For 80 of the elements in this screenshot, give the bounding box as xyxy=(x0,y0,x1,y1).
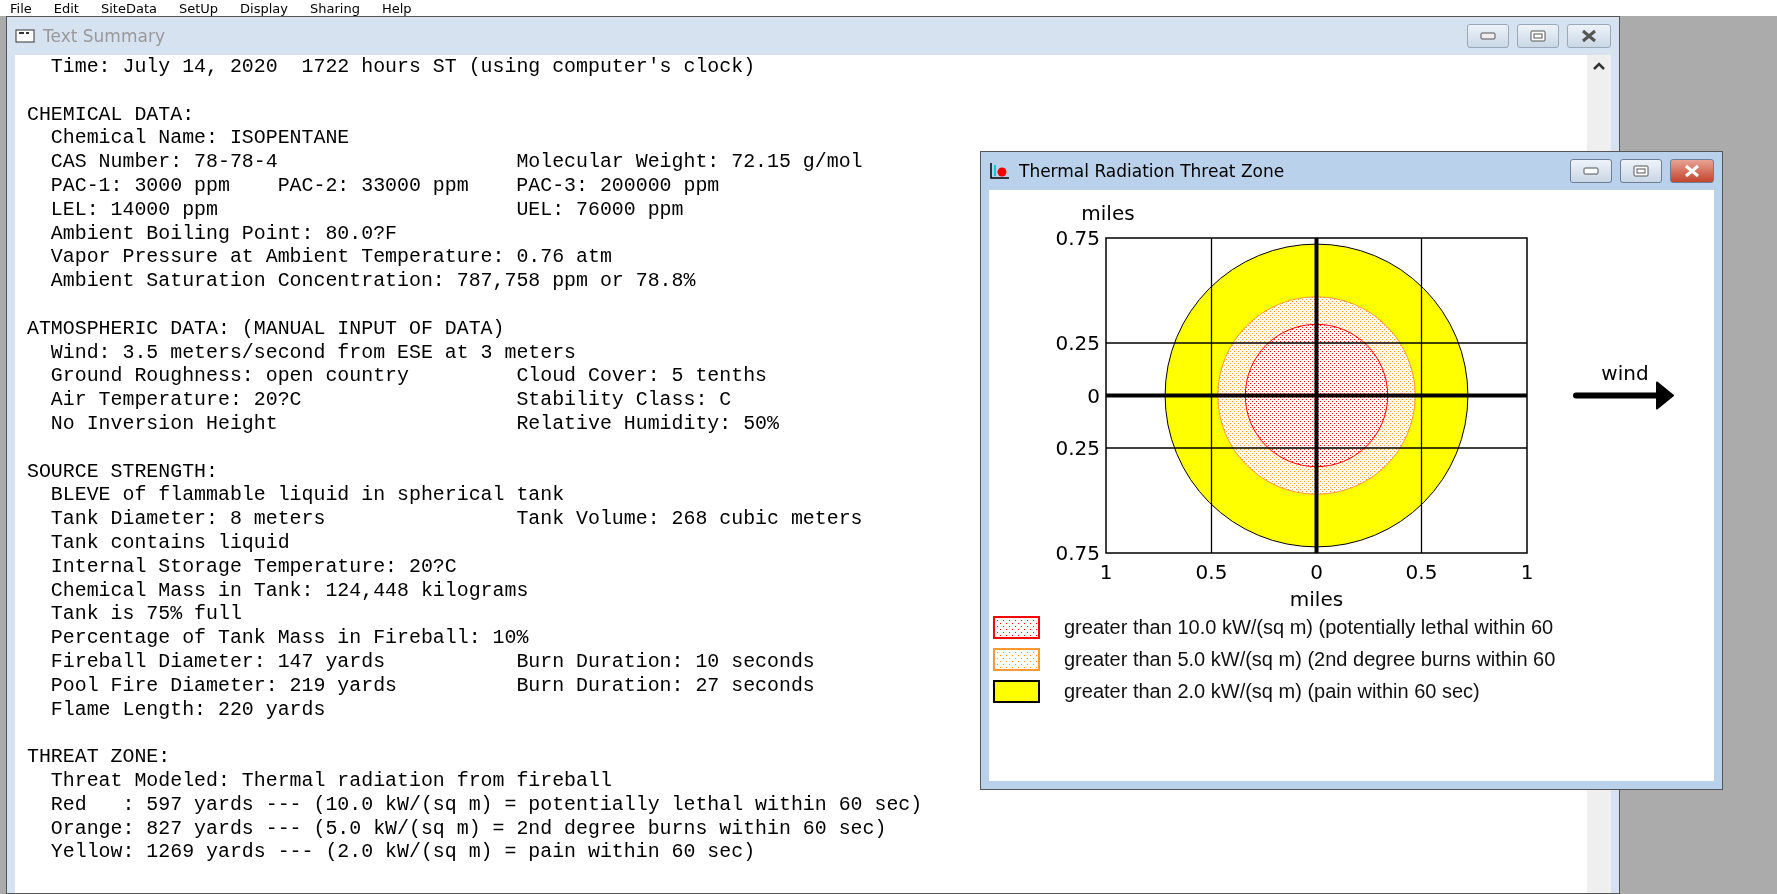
menu-item[interactable]: Sharing xyxy=(304,1,376,16)
summary-text: Yellow: 1269 yards --- (2.0 kW/(sq m) = pain within 60 sec) xyxy=(50,840,756,864)
summary-text: Pool Fire Diameter: 219 yards xyxy=(50,673,397,697)
minimize-icon xyxy=(1480,32,1496,40)
close-button[interactable] xyxy=(1567,24,1611,48)
tick-label: 1 xyxy=(1520,560,1534,584)
minimize-icon xyxy=(1583,167,1599,175)
tick-label: 0.25 xyxy=(1055,331,1100,355)
wind-label: wind xyxy=(1601,361,1649,385)
summary-text: Ambient Saturation Concentration: 787,758 ppm or 78.8% xyxy=(50,269,696,293)
window-title: Thermal Radiation Threat Zone xyxy=(1019,161,1286,181)
summary-text: Internal Storage Temperature: 20?C xyxy=(50,554,457,578)
close-icon xyxy=(1580,29,1598,43)
summary-text: Wind: 3.5 meters/second from ESE at 3 meters xyxy=(50,340,577,364)
summary-text: Orange: 827 yards --- (5.0 kW/(sq m) = 2nd degree burns within 60 sec) xyxy=(50,816,887,840)
summary-text: Burn Duration: 10 seconds xyxy=(516,649,815,673)
maximize-button[interactable] xyxy=(1517,24,1559,48)
window-title: Text Summary xyxy=(43,26,166,46)
tick-label: 0.5 xyxy=(1195,560,1228,584)
section-heading: CHEMICAL DATA: xyxy=(27,102,195,126)
tick-label: 0 xyxy=(1087,383,1100,408)
scroll-up-icon[interactable] xyxy=(1592,61,1606,71)
menu-item[interactable]: Help xyxy=(375,1,428,16)
summary-text: Tank Diameter: 8 meters xyxy=(50,507,326,531)
axis-label: miles xyxy=(1081,201,1135,225)
close-icon xyxy=(1683,164,1701,178)
summary-text: Relative Humidity: 50% xyxy=(516,411,779,435)
summary-text: Tank Volume: 268 cubic meters xyxy=(516,507,863,531)
summary-text: BLEVE of flammable liquid in spherical tank xyxy=(50,483,565,507)
summary-text: Percentage of Tank Mass in Fireball: 10% xyxy=(50,626,529,650)
summary-text: PAC-3: 200000 ppm xyxy=(516,174,720,197)
summary-text: No Inversion Height xyxy=(50,411,278,435)
tick-label: 0.5 xyxy=(1405,560,1438,584)
tick-label: 0.75 xyxy=(1055,541,1100,565)
summary-text: Molecular Weight: 72.15 g/mol xyxy=(516,150,863,174)
summary-text: Tank contains liquid xyxy=(50,530,290,554)
menu-item[interactable]: SiteData xyxy=(94,1,173,16)
tick-label: 0 xyxy=(1310,560,1323,584)
summary-text: Burn Duration: 27 seconds xyxy=(516,673,815,697)
menu-item[interactable]: Edit xyxy=(47,1,95,16)
restore-icon xyxy=(1530,30,1546,42)
summary-text: Cloud Cover: 5 tenths xyxy=(516,364,768,388)
minimize-button[interactable] xyxy=(1467,24,1509,48)
summary-text: Ground Roughness: open country xyxy=(50,364,409,388)
menu-item[interactable]: Display xyxy=(234,1,304,16)
chart-icon xyxy=(989,162,1011,180)
summary-text: Red : 597 yards --- (10.0 kW/(sq m) = potentially lethal within 60 sec) xyxy=(50,792,923,816)
summary-text: LEL: 14000 ppm xyxy=(50,197,218,221)
summary-text: Flame Length: 220 yards xyxy=(50,697,326,721)
menu-item[interactable]: SetUp xyxy=(172,1,235,16)
legend-label: greater than 10.0 kW/(sq m) (potentially lethal within 60 xyxy=(1064,616,1554,639)
legend-label: greater than 2.0 kW/(sq m) (pain within 60 sec) xyxy=(1064,680,1480,703)
summary-text: Chemical Name: ISOPENTANE xyxy=(50,126,350,150)
summary-text: Air Temperature: 20?C xyxy=(50,388,302,412)
section-heading: THREAT ZONE: xyxy=(27,745,171,769)
axis-label: miles xyxy=(1289,587,1344,611)
close-button[interactable] xyxy=(1670,159,1714,183)
tick-label: 0.75 xyxy=(1055,226,1100,250)
summary-text: Time: July 14, 2020 1722 hours ST (using computer's clock) xyxy=(50,55,756,78)
summary-text: Fireball Diameter: 147 yards xyxy=(50,649,386,673)
restore-icon xyxy=(1633,165,1649,177)
summary-text: UEL: 76000 ppm xyxy=(516,197,684,221)
window-icon xyxy=(15,28,35,44)
summary-text: PAC-2: 33000 ppm xyxy=(277,174,469,197)
summary-text: PAC-1: 3000 ppm xyxy=(50,174,230,197)
legend-label: greater than 5.0 kW/(sq m) (2nd degree burns within 60 xyxy=(1064,648,1556,671)
summary-text: Threat Modeled: Thermal radiation from fireball xyxy=(50,768,612,792)
section-heading: ATMOSPHERIC DATA: (MANUAL INPUT OF DATA) xyxy=(27,316,505,340)
summary-text: Ambient Boiling Point: 80.0?F xyxy=(50,221,397,245)
minimize-button[interactable] xyxy=(1570,159,1612,183)
tick-label: 1 xyxy=(1099,560,1113,584)
maximize-button[interactable] xyxy=(1620,159,1662,183)
summary-text: Stability Class: C xyxy=(516,388,732,412)
summary-text: Tank is 75% full xyxy=(50,602,242,626)
tick-label: 0.25 xyxy=(1055,436,1100,460)
summary-text: CAS Number: 78-78-4 xyxy=(50,150,278,174)
menu-item[interactable]: File xyxy=(4,1,48,16)
summary-text: Chemical Mass in Tank: 124,448 kilograms xyxy=(50,578,529,602)
summary-text: Vapor Pressure at Ambient Temperature: 0.76 atm xyxy=(50,245,612,269)
section-heading: SOURCE STRENGTH: xyxy=(27,459,218,483)
